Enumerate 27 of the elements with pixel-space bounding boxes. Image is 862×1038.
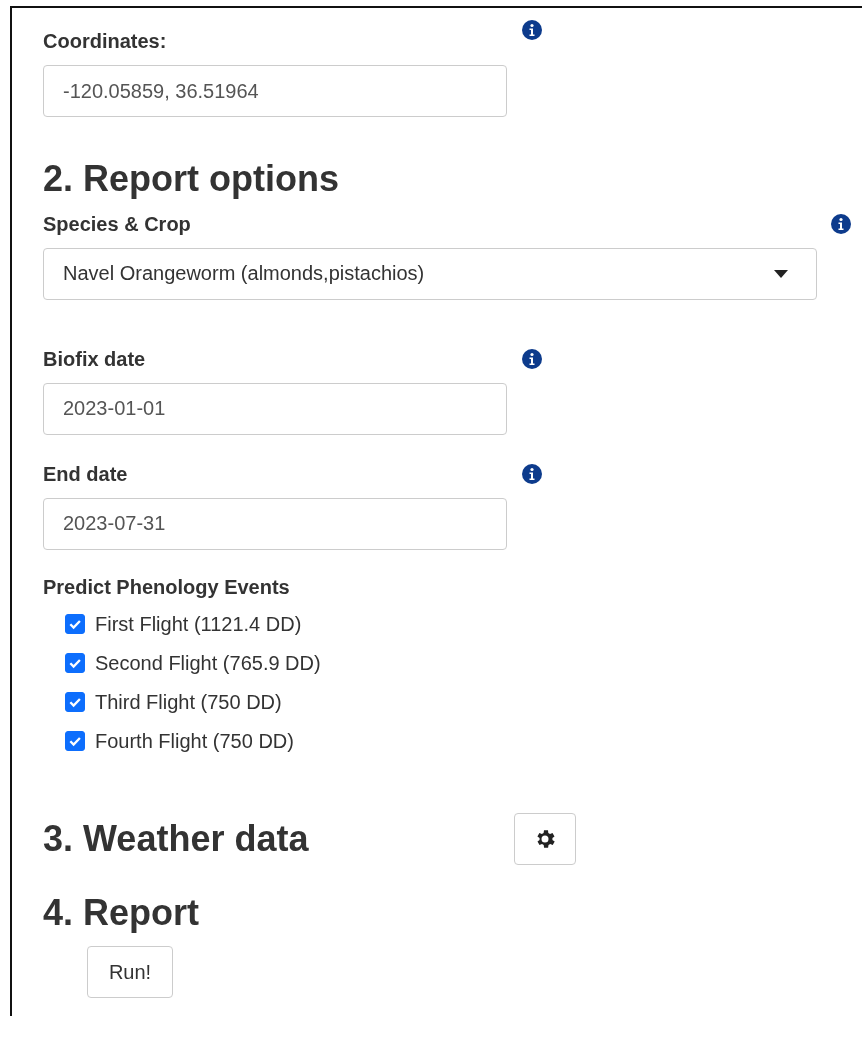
date-field[interactable]: 2023-01-01 xyxy=(43,382,507,435)
section-heading: 2. Report options xyxy=(43,159,340,199)
info-icon[interactable] xyxy=(522,464,542,485)
checkbox-label: First Flight (1121.4 DD) xyxy=(95,612,302,636)
checkbox[interactable] xyxy=(65,614,85,635)
checkbox-label: Second Flight (765.9 DD) xyxy=(95,651,321,675)
field-label: Coordinates: xyxy=(43,30,167,53)
info-icon[interactable] xyxy=(522,20,542,40)
section-heading: 4. Report xyxy=(43,892,201,933)
checkbox-label: Fourth Flight (750 DD) xyxy=(95,729,294,753)
settings-button[interactable] xyxy=(514,812,576,865)
section-heading: 3. Weather data xyxy=(43,818,310,859)
field-label: End date xyxy=(43,462,128,486)
info-icon[interactable] xyxy=(522,349,542,370)
field-label: Predict Phenology Events xyxy=(43,575,291,599)
field-label: Species & Crop xyxy=(43,212,191,236)
date-field[interactable]: 2023-07-31 xyxy=(43,497,507,550)
species-dropdown[interactable]: Navel Orangeworm (almonds,pistachios) xyxy=(43,247,817,300)
coordinates-field[interactable]: -120.05859, 36.51964 xyxy=(43,65,507,117)
checkbox[interactable] xyxy=(65,731,85,752)
run-button[interactable]: Run! xyxy=(87,946,173,999)
field-label: Biofix date xyxy=(43,347,146,371)
checkbox[interactable] xyxy=(65,653,85,674)
info-icon[interactable] xyxy=(831,214,851,235)
checkbox-label: Third Flight (750 DD) xyxy=(95,690,282,714)
caret-icon xyxy=(774,269,788,278)
checkbox[interactable] xyxy=(65,692,85,713)
